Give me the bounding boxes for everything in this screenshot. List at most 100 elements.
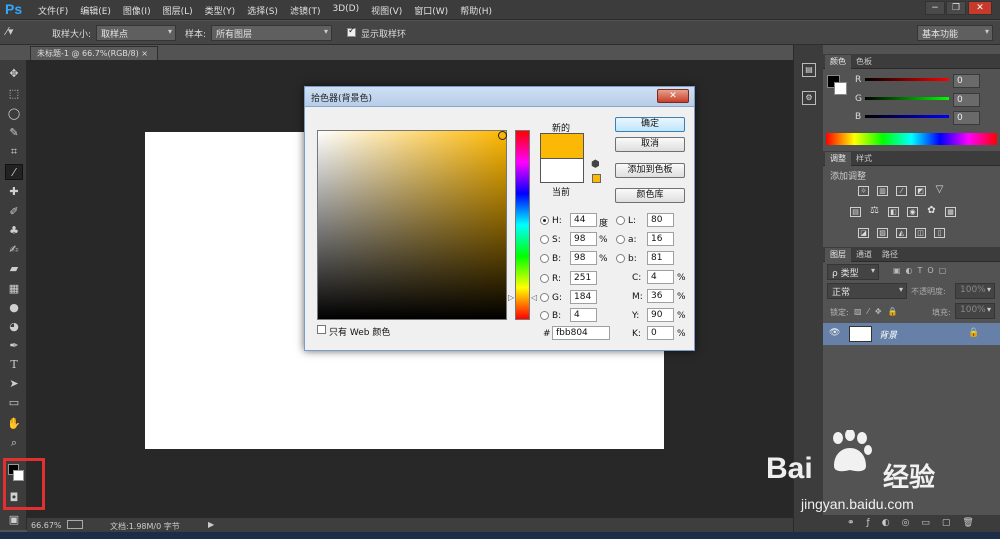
hue-slider-left-arrow[interactable]: ▷ <box>508 293 514 302</box>
color-balance-icon[interactable]: ⚖ <box>869 206 880 217</box>
tab-channels[interactable]: 通道 <box>851 248 877 262</box>
menu-help[interactable]: 帮助(H) <box>454 4 498 17</box>
radio-l[interactable] <box>616 216 625 225</box>
menu-edit[interactable]: 编辑(E) <box>74 4 117 17</box>
lock-icons[interactable]: ▨⁄✥🔒 <box>854 307 904 316</box>
selective-color-icon[interactable]: ◫ <box>915 228 926 238</box>
channel-g-slider[interactable] <box>865 97 949 100</box>
field-y[interactable]: 90 <box>647 308 674 322</box>
menu-view[interactable]: 视图(V) <box>365 4 408 17</box>
history-brush-tool-icon[interactable]: ✍ <box>5 242 23 258</box>
menu-type[interactable]: 类型(Y) <box>199 4 242 17</box>
screen-mode-icon[interactable]: ▣ <box>5 512 23 528</box>
tab-layers[interactable]: 图层 <box>825 248 851 262</box>
brightness-icon[interactable]: ☼ <box>858 186 869 196</box>
tab-color[interactable]: 颜色 <box>825 55 851 69</box>
blur-tool-icon[interactable]: ● <box>5 300 23 316</box>
eraser-tool-icon[interactable]: ▰ <box>5 261 23 277</box>
properties-panel-icon[interactable]: ⚙ <box>802 91 816 105</box>
layer-filter-icons[interactable]: ▣◐TO▢ <box>893 266 951 275</box>
opacity-field[interactable]: 100% <box>955 283 995 299</box>
hue-slider-right-arrow[interactable]: ◁ <box>531 293 537 302</box>
color-spectrum-bar[interactable] <box>826 133 997 145</box>
type-tool-icon[interactable]: T <box>5 357 23 373</box>
panel-background-swatch[interactable] <box>834 82 847 95</box>
marquee-tool-icon[interactable]: ⬚ <box>5 86 23 102</box>
move-tool-icon[interactable]: ✥ <box>5 66 23 82</box>
show-ring-checkbox[interactable]: ✓ <box>347 26 356 37</box>
minimize-button[interactable]: − <box>925 1 945 15</box>
channel-g-value[interactable]: 0 <box>953 93 980 107</box>
radio-blue[interactable] <box>540 311 549 320</box>
menu-select[interactable]: 选择(S) <box>241 4 284 17</box>
menu-3d[interactable]: 3D(D) <box>326 4 365 17</box>
field-s[interactable]: 98 <box>570 232 597 246</box>
close-doc-icon[interactable]: × <box>141 49 148 58</box>
hue-slider[interactable] <box>515 130 530 320</box>
fill-field[interactable]: 100% <box>955 303 995 319</box>
rectangle-tool-icon[interactable]: ▭ <box>5 395 23 411</box>
field-m[interactable]: 36 <box>647 289 674 303</box>
document-tab[interactable]: 未标题-1 @ 66.7%(RGB/8) × <box>30 46 158 60</box>
field-k[interactable]: 0 <box>647 326 674 340</box>
hand-tool-icon[interactable]: ✋ <box>5 416 23 432</box>
gamut-cube-icon[interactable]: ⬢ <box>591 159 600 170</box>
gradient-map-icon[interactable]: ▯ <box>934 228 945 238</box>
path-select-tool-icon[interactable]: ➤ <box>5 376 23 392</box>
radio-s[interactable] <box>540 235 549 244</box>
radio-b[interactable] <box>540 254 549 263</box>
layer-row-background[interactable]: 👁 背景 🔒 <box>823 323 1000 345</box>
history-panel-icon[interactable]: ▤ <box>802 63 816 77</box>
current-color-swatch[interactable] <box>540 158 584 183</box>
threshold-icon[interactable]: ◭ <box>896 228 907 238</box>
field-c[interactable]: 4 <box>647 270 674 284</box>
dodge-tool-icon[interactable]: ◕ <box>5 319 23 335</box>
ok-button[interactable]: 确定 <box>615 117 685 132</box>
exposure-icon[interactable]: ◩ <box>915 186 926 196</box>
levels-icon[interactable]: ▥ <box>877 186 888 196</box>
restore-button[interactable]: ❐ <box>946 1 966 15</box>
invert-icon[interactable]: ◪ <box>858 228 869 238</box>
eyedropper-tool-icon[interactable]: ⁄ <box>5 164 23 180</box>
workspace-dropdown[interactable]: 基本功能 <box>917 25 993 41</box>
radio-lab-b[interactable] <box>616 254 625 263</box>
field-g[interactable]: 184 <box>570 290 597 304</box>
hue-saturation-icon[interactable]: ▤ <box>850 207 861 217</box>
hex-field[interactable]: fbb804 <box>552 326 610 340</box>
clone-stamp-tool-icon[interactable]: ♣ <box>5 223 23 239</box>
vibrance-icon[interactable]: ▽ <box>934 185 945 196</box>
field-a[interactable]: 16 <box>647 232 674 246</box>
black-white-icon[interactable]: ◧ <box>888 207 899 217</box>
field-lab-b[interactable]: 81 <box>647 251 674 265</box>
menu-file[interactable]: 文件(F) <box>32 4 74 17</box>
field-b[interactable]: 98 <box>570 251 597 265</box>
curves-icon[interactable]: ⁄ <box>896 186 907 196</box>
radio-h[interactable] <box>540 216 549 225</box>
radio-r[interactable] <box>540 274 549 283</box>
channel-r-value[interactable]: 0 <box>953 74 980 88</box>
add-to-swatches-button[interactable]: 添加到色板 <box>615 163 685 178</box>
channel-r-slider[interactable] <box>865 78 949 81</box>
radio-g[interactable] <box>540 293 549 302</box>
status-menu-arrow-icon[interactable]: ▶ <box>208 520 214 529</box>
tab-adjustments[interactable]: 调整 <box>825 152 851 166</box>
tab-paths[interactable]: 路径 <box>877 248 903 262</box>
menu-image[interactable]: 图像(I) <box>117 4 157 17</box>
menu-layer[interactable]: 图层(L) <box>157 4 199 17</box>
field-blue[interactable]: 4 <box>570 308 597 322</box>
brush-tool-icon[interactable]: ✐ <box>5 204 23 220</box>
field-h[interactable]: 44 <box>570 213 597 227</box>
quick-select-tool-icon[interactable]: ✎ <box>5 125 23 141</box>
dialog-titlebar[interactable]: 拾色器(背景色) ✕ <box>305 87 694 107</box>
healing-brush-tool-icon[interactable]: ✚ <box>5 184 23 200</box>
cancel-button[interactable]: 取消 <box>615 137 685 152</box>
lasso-tool-icon[interactable]: ◯ <box>5 106 23 122</box>
eyedropper-preset-icon[interactable]: ⁄▾ <box>6 25 28 41</box>
crop-tool-icon[interactable]: ⌗ <box>5 144 23 160</box>
tab-swatches[interactable]: 色板 <box>851 55 877 69</box>
layer-filter-dropdown[interactable]: ρ 类型 <box>827 264 879 280</box>
sample-size-dropdown[interactable]: 取样点 <box>96 25 176 41</box>
sample-dropdown[interactable]: 所有图层 <box>211 25 332 41</box>
channel-b-slider[interactable] <box>865 115 949 118</box>
dialog-close-button[interactable]: ✕ <box>657 89 689 103</box>
